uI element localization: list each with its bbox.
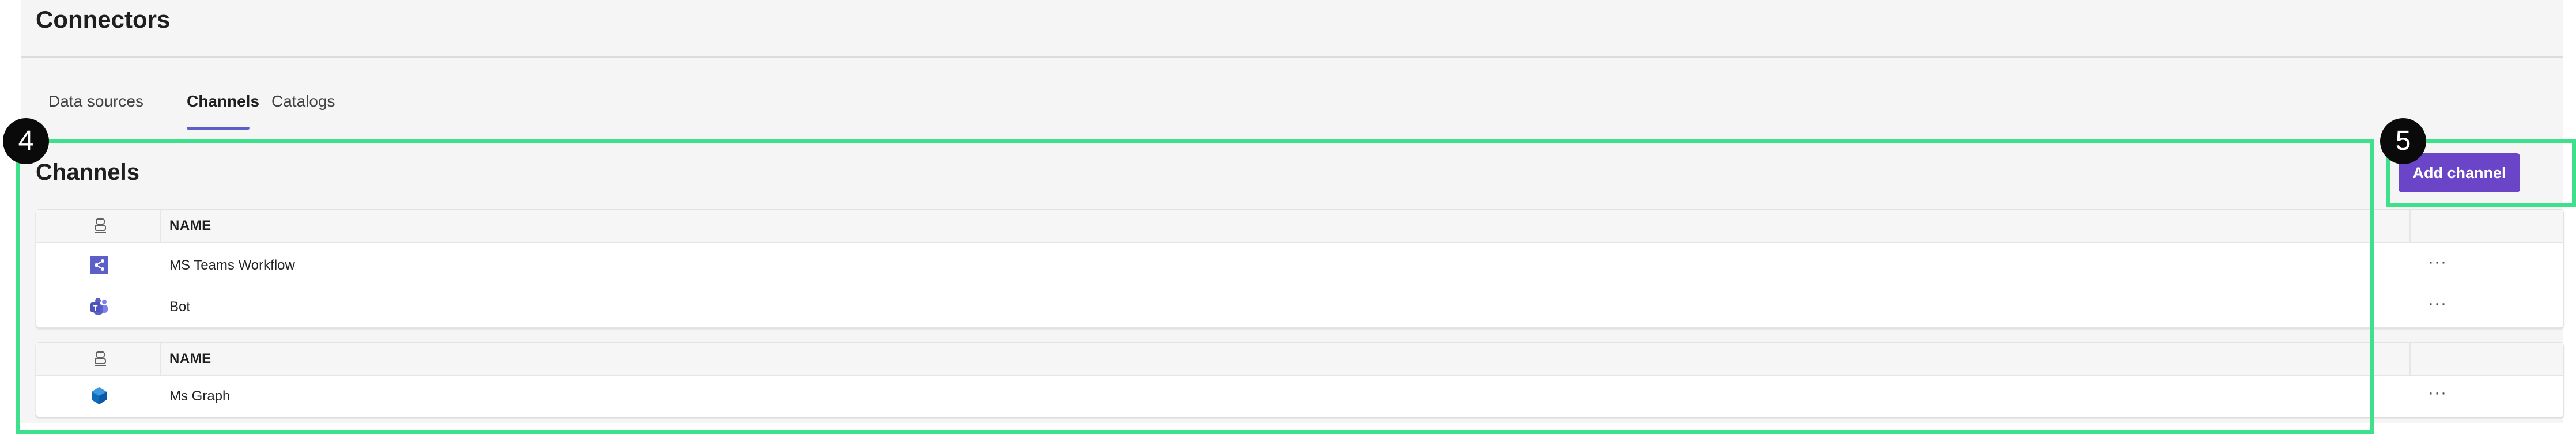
title-divider — [21, 56, 2563, 58]
page-title: Connectors — [36, 6, 171, 33]
column-separator — [2409, 210, 2411, 242]
active-tab-indicator — [187, 127, 250, 130]
callout-highlight-4 — [16, 139, 2374, 434]
more-options-icon[interactable]: ··· — [2428, 294, 2447, 313]
column-separator — [2409, 343, 2411, 375]
callout-badge-4: 4 — [3, 118, 49, 164]
more-options-icon[interactable]: ··· — [2428, 383, 2447, 403]
tab-catalogs[interactable]: Catalogs — [271, 92, 335, 111]
tab-data-sources[interactable]: Data sources — [48, 92, 143, 111]
callout-badge-5: 5 — [2380, 118, 2426, 164]
more-options-icon[interactable]: ··· — [2428, 252, 2447, 272]
tab-channels[interactable]: Channels — [187, 92, 259, 111]
